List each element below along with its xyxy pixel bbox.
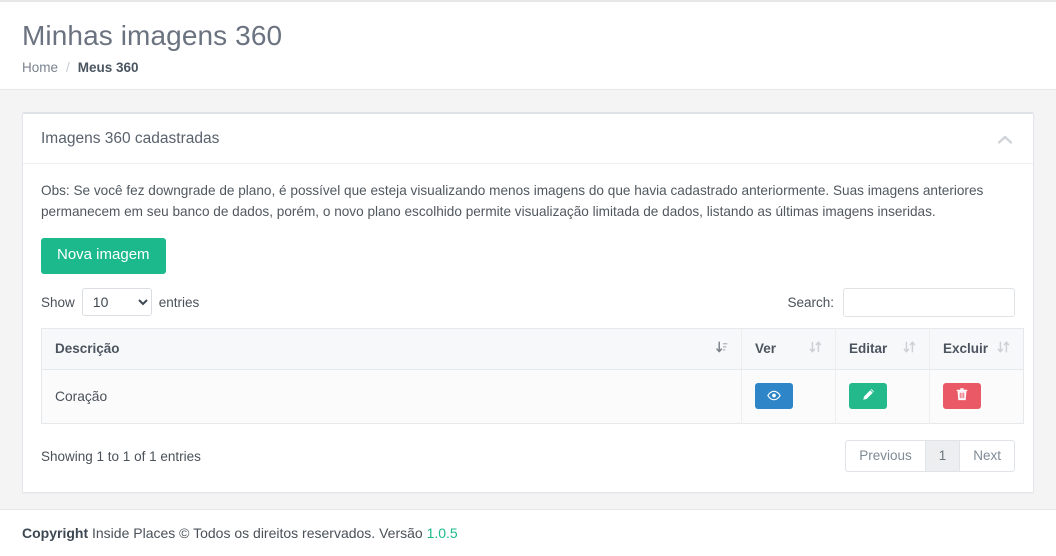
datatable-info: Showing 1 to 1 of 1 entries xyxy=(41,448,201,464)
column-label-ver: Ver xyxy=(755,340,777,356)
pagination-page-1[interactable]: 1 xyxy=(924,439,960,473)
site-footer: Copyright Inside Places © Todos os direi… xyxy=(0,509,1056,556)
table-head: Descrição Ver Editar Excluir xyxy=(41,328,1024,370)
card-header: Imagens 360 cadastradas xyxy=(23,114,1033,165)
datatable-length-control: Show 10 entries xyxy=(41,288,200,317)
edit-button[interactable] xyxy=(849,383,887,410)
cell-excluir xyxy=(930,369,1024,423)
pagination-previous[interactable]: Previous xyxy=(845,439,925,473)
column-label-editar: Editar xyxy=(849,340,888,356)
column-label-descricao: Descrição xyxy=(55,340,120,356)
show-label: Show xyxy=(41,294,75,310)
column-header-editar[interactable]: Editar xyxy=(835,328,930,370)
datatable-footer: Showing 1 to 1 of 1 entries Previous 1 N… xyxy=(41,439,1015,473)
delete-button[interactable] xyxy=(943,383,981,410)
images-table: Descrição Ver Editar Excluir Coração xyxy=(41,327,1024,424)
search-label: Search: xyxy=(787,294,834,310)
column-header-ver[interactable]: Ver xyxy=(741,328,836,370)
card-body: Obs: Se você fez downgrade de plano, é p… xyxy=(23,164,1033,492)
entries-label: entries xyxy=(158,294,200,310)
card-title: Imagens 360 cadastradas xyxy=(41,130,220,148)
new-image-button[interactable]: Nova imagem xyxy=(41,238,166,274)
footer-text: Inside Places © Todos os direitos reserv… xyxy=(92,525,423,541)
datatable-search-control: Search: xyxy=(787,287,1015,317)
sort-desc-icon xyxy=(716,340,728,357)
content-area: Imagens 360 cadastradas Obs: Se você fez… xyxy=(0,90,1056,509)
view-button[interactable] xyxy=(755,383,793,410)
table-row: Coração xyxy=(41,369,1024,424)
pencil-icon xyxy=(862,388,875,404)
footer-copyright-label: Copyright xyxy=(22,525,89,541)
table-body: Coração xyxy=(41,369,1024,424)
sort-neutral-icon xyxy=(809,340,822,357)
page-header: Minhas imagens 360 Home / Meus 360 xyxy=(0,2,1056,91)
sort-neutral-icon xyxy=(903,340,916,357)
downgrade-note: Obs: Se você fez downgrade de plano, é p… xyxy=(41,183,984,220)
footer-version: 1.0.5 xyxy=(426,525,458,541)
column-header-excluir[interactable]: Excluir xyxy=(929,328,1024,370)
cell-descricao: Coração xyxy=(41,369,742,424)
trash-icon xyxy=(956,388,968,404)
cell-editar xyxy=(835,369,930,424)
breadcrumb-item-home[interactable]: Home xyxy=(22,60,58,75)
page-title: Minhas imagens 360 xyxy=(22,20,283,51)
pagination-next[interactable]: Next xyxy=(959,439,1015,473)
images-card: Imagens 360 cadastradas Obs: Se você fez… xyxy=(22,112,1034,494)
entries-per-page-select[interactable]: 10 xyxy=(81,288,152,317)
pagination: Previous 1 Next xyxy=(845,439,1015,473)
breadcrumb-separator: / xyxy=(66,60,70,76)
breadcrumb: Home / Meus 360 xyxy=(22,60,1034,75)
cell-ver xyxy=(741,369,836,424)
breadcrumb-item-current: Meus 360 xyxy=(77,60,139,76)
datatable-controls: Show 10 entries Search: xyxy=(41,287,1015,317)
sort-neutral-icon xyxy=(997,340,1010,357)
search-input[interactable] xyxy=(843,287,1015,317)
eye-icon xyxy=(767,389,781,404)
chevron-up-icon[interactable] xyxy=(995,129,1015,149)
app-root: Minhas imagens 360 Home / Meus 360 Image… xyxy=(0,0,1056,556)
table-header-row: Descrição Ver Editar Excluir xyxy=(41,328,1024,370)
column-label-excluir: Excluir xyxy=(943,340,989,356)
column-header-descricao[interactable]: Descrição xyxy=(41,328,742,370)
